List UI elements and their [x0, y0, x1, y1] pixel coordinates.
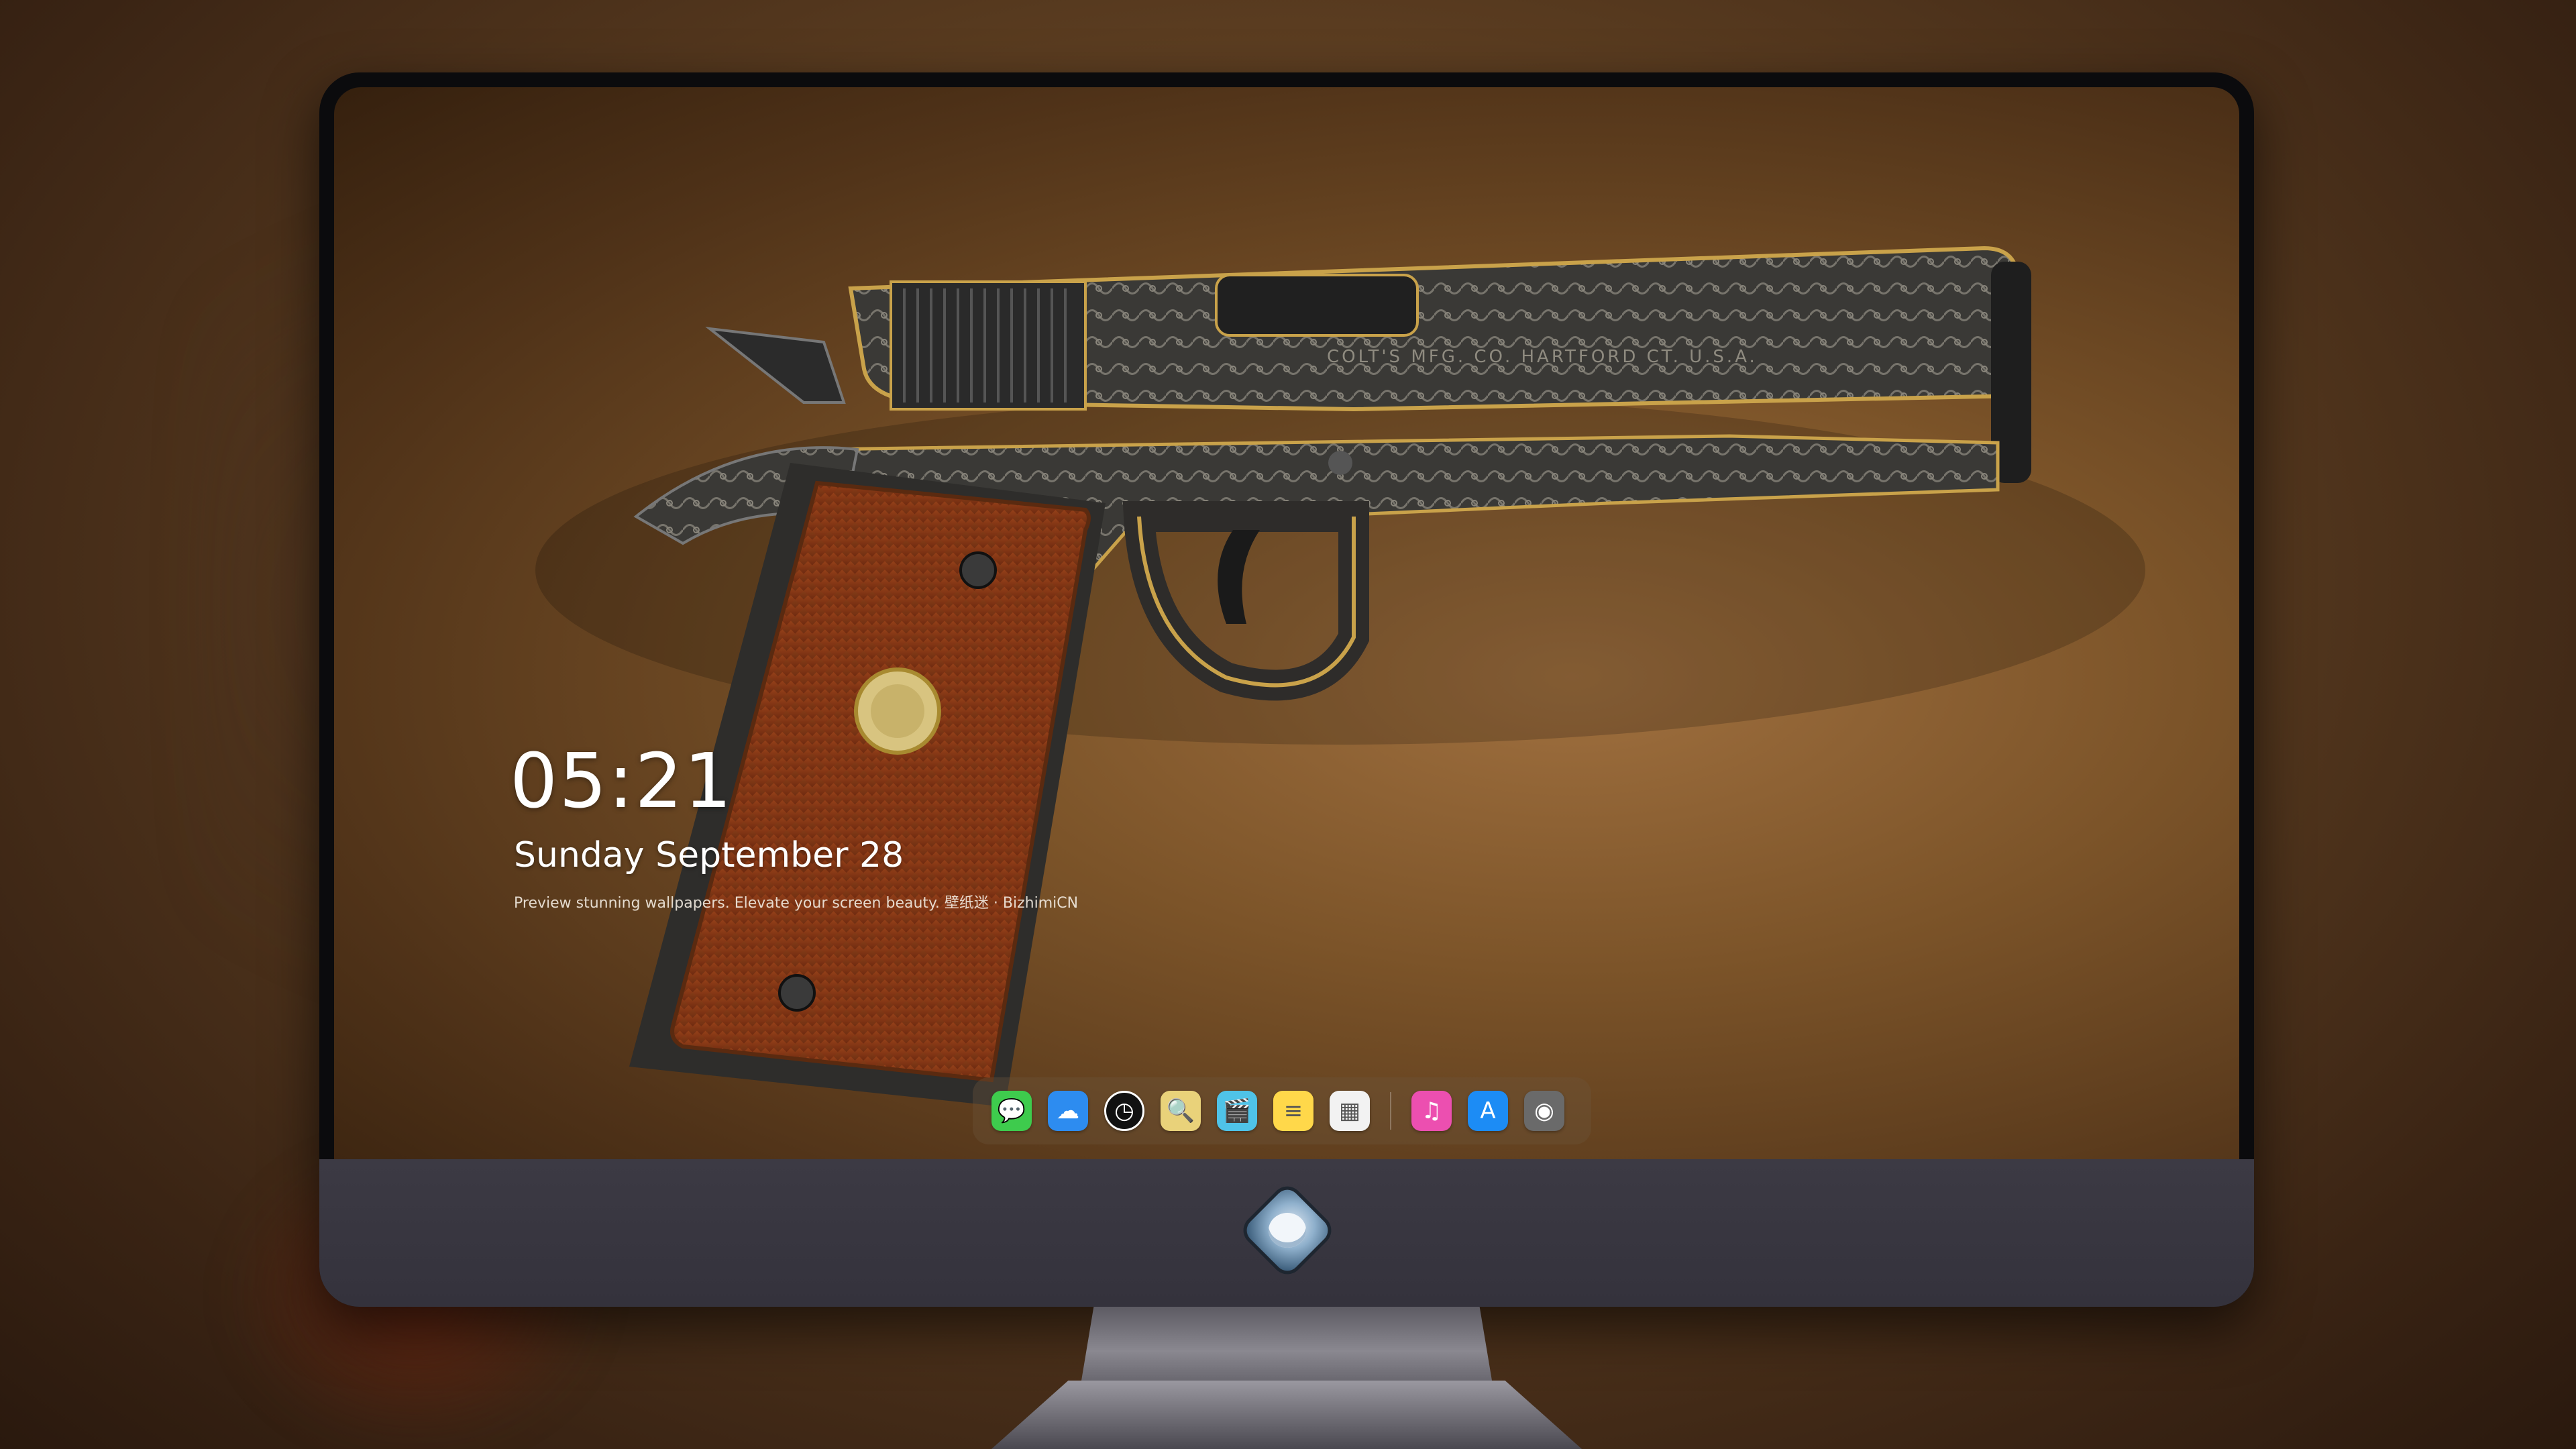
- camera-icon[interactable]: ◉: [1524, 1091, 1564, 1131]
- notes-icon[interactable]: ≡: [1273, 1091, 1313, 1131]
- monitor-stand-base: [991, 1381, 1582, 1449]
- lockscreen-time: 05:21: [510, 738, 733, 825]
- weather-icon[interactable]: ☁: [1048, 1091, 1088, 1131]
- messages-icon[interactable]: 💬: [991, 1091, 1032, 1131]
- clock-icon[interactable]: ◷: [1104, 1091, 1144, 1131]
- screen: COLT'S MFG. CO. HARTFORD CT. U.S.A. 05:2…: [334, 87, 2239, 1159]
- preview-icon[interactable]: 🔍: [1161, 1091, 1201, 1131]
- clips-icon[interactable]: 🎬: [1217, 1091, 1257, 1131]
- lockscreen-tagline: Preview stunning wallpapers. Elevate you…: [514, 895, 1079, 912]
- music-icon[interactable]: ♫: [1411, 1091, 1452, 1131]
- monitor-stand-neck: [1081, 1307, 1492, 1381]
- dock: 💬 ☁ ◷ 🔍 🎬 ≡ ▦ ♫ A ◉: [973, 1077, 1591, 1144]
- slide-engraving: COLT'S MFG. CO. HARTFORD CT. U.S.A.: [1327, 347, 1758, 367]
- monitor: COLT'S MFG. CO. HARTFORD CT. U.S.A. 05:2…: [319, 72, 2254, 1307]
- monitor-chin: [319, 1159, 2254, 1307]
- app-store-icon[interactable]: A: [1468, 1091, 1508, 1131]
- wallpaper-pistol: COLT'S MFG. CO. HARTFORD CT. U.S.A.: [535, 246, 2145, 1107]
- lockscreen-date: Sunday September 28: [514, 835, 904, 875]
- brand-logo-face: [1269, 1213, 1306, 1248]
- photos-icon[interactable]: ▦: [1330, 1091, 1370, 1131]
- dock-separator: [1390, 1092, 1391, 1130]
